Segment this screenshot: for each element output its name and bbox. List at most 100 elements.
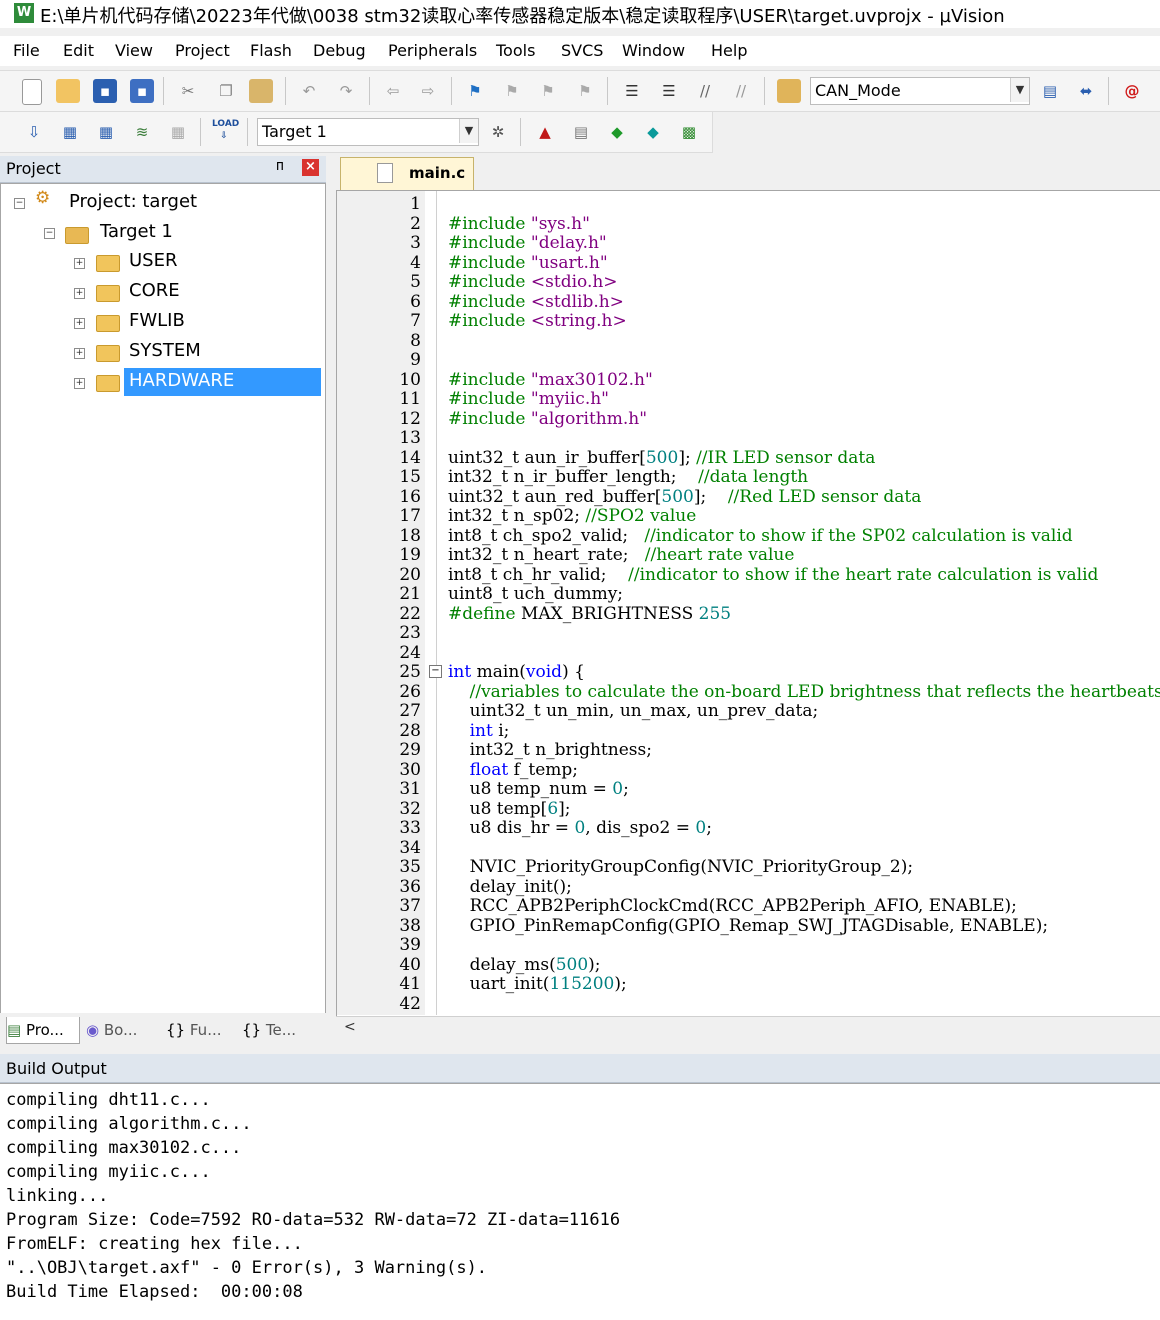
find-combo[interactable]: CAN_Mode ▼ xyxy=(810,77,1030,105)
c-file-icon xyxy=(377,163,393,183)
tab-books-label: Bo... xyxy=(103,1021,138,1039)
new-file-icon[interactable] xyxy=(22,79,42,105)
menu-debug[interactable]: Debug xyxy=(313,41,366,60)
project-tab-icon: ▤ xyxy=(7,1021,22,1039)
menu-svcs[interactable]: SVCS xyxy=(561,41,603,60)
code-line: int8_t ch_spo2_valid; //indicator to sho… xyxy=(448,525,1073,546)
code-line: u8 temp[6]; xyxy=(448,798,571,819)
target-combo-value: Target 1 xyxy=(262,122,327,141)
navigate-forward-icon[interactable]: ⇨ xyxy=(416,79,440,103)
build-output-text[interactable]: compiling dht11.c... compiling algorithm… xyxy=(0,1083,1160,1320)
toolbar-separator xyxy=(764,77,765,105)
code-line: uint32_t un_min, un_max, un_prev_data; xyxy=(448,701,819,721)
toolbar-separator xyxy=(285,77,286,105)
menu-flash[interactable]: Flash xyxy=(250,41,292,60)
build-line: compiling myiic.c... xyxy=(6,1162,211,1182)
project-panel-tabs: ▤ Pro... ◉ Bo... {} Fu... {} Te... xyxy=(0,1013,326,1046)
unindent-icon[interactable]: ☰ xyxy=(657,79,681,103)
find-combo-value: CAN_Mode xyxy=(815,81,901,100)
bookmark-icon[interactable]: ⚑ xyxy=(463,79,487,103)
save-all-icon[interactable]: ▪ xyxy=(130,79,154,103)
save-icon[interactable]: ▪ xyxy=(93,79,117,103)
paste-icon[interactable] xyxy=(249,79,273,103)
rebuild-icon[interactable]: ▦ xyxy=(94,120,118,144)
code-line: #include "myiic.h" xyxy=(448,389,610,409)
tab-project[interactable]: ▤ Pro... xyxy=(6,1017,80,1044)
tab-functions-label: Fu... xyxy=(189,1021,222,1039)
code-line: u8 dis_hr = 0, dis_spo2 = 0; xyxy=(448,818,712,838)
menu-peripherals[interactable]: Peripherals xyxy=(388,41,477,60)
batch-build-icon[interactable]: ≋ xyxy=(130,120,154,144)
uncomment-icon[interactable]: // xyxy=(729,79,753,103)
code-line: int main(void) { xyxy=(448,662,585,682)
code-line: #include <string.h> xyxy=(448,311,627,331)
cut-icon[interactable]: ✂ xyxy=(176,79,200,103)
scroll-left-icon[interactable]: < xyxy=(344,1019,356,1035)
code-line: #include "sys.h" xyxy=(448,213,590,234)
chevron-down-icon[interactable]: ▼ xyxy=(1010,78,1029,102)
debug-session-icon[interactable]: ⬌ xyxy=(1074,79,1098,103)
code-line: #include <stdlib.h> xyxy=(448,291,624,312)
navigate-back-icon[interactable]: ⇦ xyxy=(381,79,405,103)
download-load-icon[interactable]: LOAD ⇩ xyxy=(212,118,240,142)
toolbar-separator xyxy=(607,77,608,105)
menu-help[interactable]: Help xyxy=(711,41,747,60)
tab-books[interactable]: ◉ Bo... xyxy=(86,1017,156,1043)
code-line: int32_t n_ir_buffer_length; //data lengt… xyxy=(448,467,809,487)
build-line: linking... xyxy=(6,1186,109,1206)
build-icon[interactable]: ▦ xyxy=(58,120,82,144)
translate-icon[interactable]: ⇩ xyxy=(22,120,46,144)
comment-icon[interactable]: // xyxy=(693,79,717,103)
menu-bar: File Edit View Project Flash Debug Perip… xyxy=(0,36,1160,66)
toolbar-separator xyxy=(1108,77,1109,105)
horizontal-scrollbar[interactable]: < xyxy=(336,1016,1160,1041)
debug-start-icon[interactable]: @ xyxy=(1120,79,1144,103)
next-bookmark-icon[interactable]: ⚑ xyxy=(536,79,560,103)
build-line: compiling max30102.c... xyxy=(6,1138,242,1158)
code-line: uint32_t aun_ir_buffer[500]; //IR LED se… xyxy=(448,447,876,468)
load-label: LOAD xyxy=(212,119,240,129)
code-line: float f_temp; xyxy=(469,759,578,780)
pin-icon[interactable]: ᴨ xyxy=(276,158,284,174)
manage-environment-icon[interactable]: ▤ xyxy=(569,120,593,144)
functions-tab-icon: {} xyxy=(166,1021,186,1039)
build-line: compiling algorithm.c... xyxy=(6,1114,252,1134)
toolbar-separator xyxy=(520,118,521,146)
select-packs-icon[interactable]: ◆ xyxy=(641,120,665,144)
tab-templates[interactable]: {} Te... xyxy=(242,1017,312,1043)
code-line: int8_t ch_hr_valid; //indicator to show … xyxy=(448,564,1099,585)
tab-functions[interactable]: {} Fu... xyxy=(166,1017,232,1043)
menu-window[interactable]: Window xyxy=(622,41,685,60)
build-toolbar: ⇩ ▦ ▦ ≋ ▦ LOAD ⇩ Target 1 ▼ ✲ ▲ ▤ ◆ ◆ ▩ xyxy=(0,112,713,153)
title-bar: W E:\单片机代码存储\20223年代做\0038 stm32读取心率传感器稳… xyxy=(0,0,1160,28)
copy-icon[interactable]: ❐ xyxy=(214,79,238,103)
stop-build-icon[interactable]: ▦ xyxy=(166,120,190,144)
code-line: int32_t n_heart_rate; //heart rate value xyxy=(448,545,795,565)
target-combo[interactable]: Target 1 ▼ xyxy=(257,118,479,146)
redo-icon[interactable]: ↷ xyxy=(334,79,358,103)
tab-main-c[interactable]: main.c xyxy=(340,157,474,190)
menu-file[interactable]: File xyxy=(13,41,40,60)
find-in-files-icon[interactable] xyxy=(777,79,801,103)
code-line: //variables to calculate the on-board LE… xyxy=(469,681,1160,702)
menu-view[interactable]: View xyxy=(115,41,153,60)
build-line: FromELF: creating hex file... xyxy=(6,1234,303,1254)
build-line: compiling dht11.c... xyxy=(6,1090,211,1110)
manage-packs-icon[interactable]: ◆ xyxy=(605,120,629,144)
build-output-title: Build Output xyxy=(6,1059,107,1078)
indent-icon[interactable]: ☰ xyxy=(620,79,644,103)
close-panel-icon[interactable]: × xyxy=(302,159,319,176)
menu-project[interactable]: Project xyxy=(175,41,230,60)
open-folder-icon[interactable] xyxy=(56,79,80,103)
target-options-icon[interactable]: ✲ xyxy=(486,120,510,144)
clear-bookmarks-icon[interactable]: ⚑ xyxy=(573,79,597,103)
chevron-down-icon[interactable]: ▼ xyxy=(459,119,478,143)
incremental-find-icon[interactable]: ▤ xyxy=(1038,79,1062,103)
undo-icon[interactable]: ↶ xyxy=(297,79,321,103)
menu-tools[interactable]: Tools xyxy=(496,41,535,60)
prev-bookmark-icon[interactable]: ⚑ xyxy=(500,79,524,103)
menu-edit[interactable]: Edit xyxy=(63,41,94,60)
manage-components-icon[interactable]: ▲ xyxy=(533,120,557,144)
code-text[interactable]: #include "sys.h" #include "delay.h" #inc… xyxy=(0,195,1160,1015)
pack-installer-icon[interactable]: ▩ xyxy=(677,120,701,144)
